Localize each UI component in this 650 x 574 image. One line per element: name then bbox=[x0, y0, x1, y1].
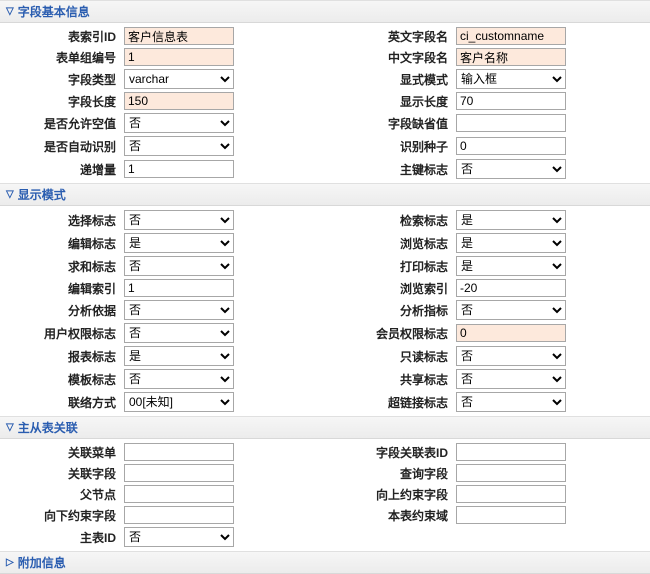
label-report-flag: 报表标志 bbox=[8, 348, 118, 365]
label-rel-field: 关联字段 bbox=[8, 465, 118, 482]
label-default: 字段缺省值 bbox=[340, 115, 450, 132]
label-type: 字段类型 bbox=[8, 71, 118, 88]
label-en-name: 英文字段名 bbox=[340, 28, 450, 45]
select-auto-id[interactable]: 否 bbox=[124, 136, 234, 156]
label-edit-idx: 编辑索引 bbox=[8, 280, 118, 297]
label-rel-menu: 关联菜单 bbox=[8, 444, 118, 461]
label-cn-name: 中文字段名 bbox=[340, 49, 450, 66]
label-analyse: 分析依据 bbox=[8, 302, 118, 319]
input-rel-table-id[interactable] bbox=[456, 443, 566, 461]
section-basic-title: 字段基本信息 bbox=[18, 3, 90, 20]
section-mode-title: 显示模式 bbox=[18, 186, 66, 203]
section-basic-header[interactable]: ▽ 字段基本信息 bbox=[0, 0, 650, 23]
select-readonly-flag[interactable]: 否 bbox=[456, 346, 566, 366]
section-mode-header[interactable]: ▽ 显示模式 bbox=[0, 183, 650, 206]
label-href-flag: 超链接标志 bbox=[340, 394, 450, 411]
input-disp-len[interactable] bbox=[456, 92, 566, 110]
label-pk: 主键标志 bbox=[340, 161, 450, 178]
select-main-table-id[interactable]: 否 bbox=[124, 527, 234, 547]
input-query-field[interactable] bbox=[456, 464, 566, 482]
label-main-table-id: 主表ID bbox=[8, 529, 118, 546]
mode-grid: 选择标志 否 检索标志 是 编辑标志 是 浏览标志 是 求和标志 否 打印标志 … bbox=[0, 206, 650, 416]
select-edit-flag[interactable]: 是 bbox=[124, 233, 234, 253]
input-browse-idx[interactable] bbox=[456, 279, 566, 297]
input-down-bound[interactable] bbox=[124, 506, 234, 524]
label-edit-flag: 编辑标志 bbox=[8, 235, 118, 252]
input-inc[interactable] bbox=[124, 160, 234, 178]
label-member-perm: 会员权限标志 bbox=[340, 325, 450, 342]
label-analyse-metric: 分析指标 bbox=[340, 302, 450, 319]
select-tpl-flag[interactable]: 否 bbox=[124, 369, 234, 389]
label-readonly-flag: 只读标志 bbox=[340, 348, 450, 365]
label-rel-table-id: 字段关联表ID bbox=[340, 444, 450, 461]
chevron-down-icon: ▽ bbox=[6, 422, 14, 433]
input-rel-menu[interactable] bbox=[124, 443, 234, 461]
input-rel-field[interactable] bbox=[124, 464, 234, 482]
label-disp-mode: 显式模式 bbox=[340, 71, 450, 88]
label-inc: 递增量 bbox=[8, 161, 118, 178]
label-user-perm: 用户权限标志 bbox=[8, 325, 118, 342]
input-cn-name[interactable] bbox=[456, 48, 566, 66]
select-report-flag[interactable]: 是 bbox=[124, 346, 234, 366]
label-len: 字段长度 bbox=[8, 93, 118, 110]
chevron-right-icon: ▷ bbox=[6, 557, 14, 568]
rel-grid: 关联菜单 字段关联表ID 关联字段 查询字段 父节点 向上约束字段 向下约束字段… bbox=[0, 439, 650, 551]
label-seed: 识别种子 bbox=[340, 138, 450, 155]
select-pk[interactable]: 否 bbox=[456, 159, 566, 179]
input-seed[interactable] bbox=[456, 137, 566, 155]
input-default[interactable] bbox=[456, 114, 566, 132]
label-parent: 父节点 bbox=[8, 486, 118, 503]
label-auto-id: 是否自动识别 bbox=[8, 138, 118, 155]
label-query-field: 查询字段 bbox=[340, 465, 450, 482]
input-edit-idx[interactable] bbox=[124, 279, 234, 297]
label-disp-len: 显示长度 bbox=[340, 93, 450, 110]
label-browse-flag: 浏览标志 bbox=[340, 235, 450, 252]
label-sum-flag: 求和标志 bbox=[8, 258, 118, 275]
input-bound-domain[interactable] bbox=[456, 506, 566, 524]
select-analyse-metric[interactable]: 否 bbox=[456, 300, 566, 320]
input-en-name[interactable] bbox=[456, 27, 566, 45]
input-up-bound[interactable] bbox=[456, 485, 566, 503]
section-rel-header[interactable]: ▽ 主从表关联 bbox=[0, 416, 650, 439]
select-link-type[interactable]: 00[未知] bbox=[124, 392, 234, 412]
label-tpl-flag: 模板标志 bbox=[8, 371, 118, 388]
label-retrieve-flag: 检索标志 bbox=[340, 212, 450, 229]
select-href-flag[interactable]: 否 bbox=[456, 392, 566, 412]
label-print-flag: 打印标志 bbox=[340, 258, 450, 275]
label-allow-null: 是否允许空值 bbox=[8, 115, 118, 132]
section-extra-header[interactable]: ▷ 附加信息 bbox=[0, 551, 650, 574]
chevron-down-icon: ▽ bbox=[6, 189, 14, 200]
label-group-no: 表单组编号 bbox=[8, 49, 118, 66]
input-group-no[interactable] bbox=[124, 48, 234, 66]
section-rel-title: 主从表关联 bbox=[18, 419, 78, 436]
input-len[interactable] bbox=[124, 92, 234, 110]
input-parent[interactable] bbox=[124, 485, 234, 503]
select-browse-flag[interactable]: 是 bbox=[456, 233, 566, 253]
input-member-perm[interactable] bbox=[456, 324, 566, 342]
basic-grid: 表索引ID 英文字段名 表单组编号 中文字段名 字段类型 varchar 显式模… bbox=[0, 23, 650, 183]
label-select-flag: 选择标志 bbox=[8, 212, 118, 229]
label-field-id: 表索引ID bbox=[8, 28, 118, 45]
select-select-flag[interactable]: 否 bbox=[124, 210, 234, 230]
select-share-flag[interactable]: 否 bbox=[456, 369, 566, 389]
select-type[interactable]: varchar bbox=[124, 69, 234, 89]
input-field-id[interactable] bbox=[124, 27, 234, 45]
section-extra-title: 附加信息 bbox=[18, 554, 66, 571]
select-print-flag[interactable]: 是 bbox=[456, 256, 566, 276]
chevron-down-icon: ▽ bbox=[6, 6, 14, 17]
select-retrieve-flag[interactable]: 是 bbox=[456, 210, 566, 230]
select-sum-flag[interactable]: 否 bbox=[124, 256, 234, 276]
select-user-perm[interactable]: 否 bbox=[124, 323, 234, 343]
label-link-type: 联络方式 bbox=[8, 394, 118, 411]
label-up-bound: 向上约束字段 bbox=[340, 486, 450, 503]
label-browse-idx: 浏览索引 bbox=[340, 280, 450, 297]
select-analyse[interactable]: 否 bbox=[124, 300, 234, 320]
select-disp-mode[interactable]: 输入框 bbox=[456, 69, 566, 89]
select-allow-null[interactable]: 否 bbox=[124, 113, 234, 133]
label-share-flag: 共享标志 bbox=[340, 371, 450, 388]
